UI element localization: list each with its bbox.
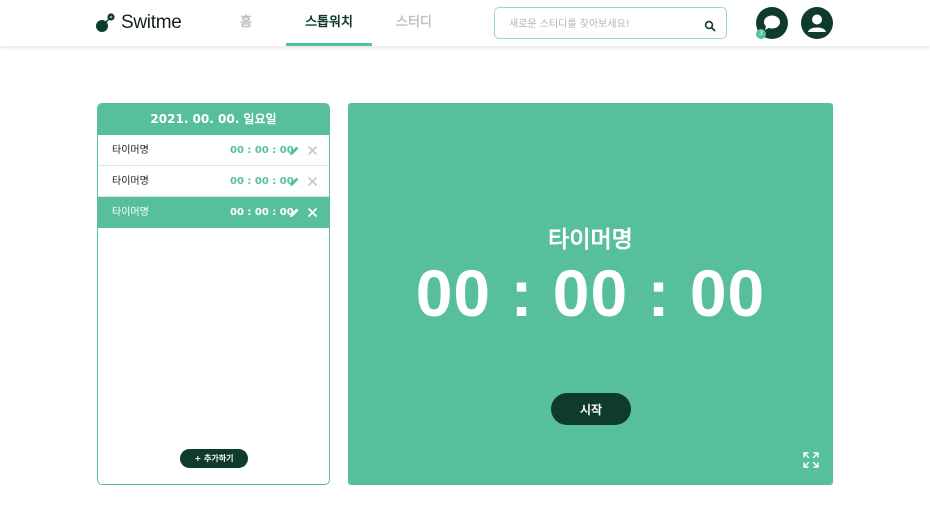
top-header: Switme 홈 스톱워치 스터디 3 (0, 0, 930, 46)
search-input[interactable] (509, 15, 699, 33)
timer-name: 타이머명 (112, 207, 149, 218)
active-tab-indicator (286, 43, 372, 46)
logo[interactable]: Switme (96, 12, 182, 34)
timer-name: 타이머명 (112, 176, 149, 187)
search-box (494, 7, 727, 39)
timer-list-panel: 2021. 00. 00. 일요일 타이머명 00 : 00 : 00 타이머명… (97, 103, 330, 485)
user-icon (808, 14, 826, 32)
tab-home[interactable]: 홈 (226, 0, 266, 46)
timer-list-item[interactable]: 타이머명 00 : 00 : 00 (98, 166, 329, 197)
profile-button[interactable] (801, 7, 833, 39)
timer-time: 00 : 00 : 00 (230, 207, 294, 218)
main-timer-panel: 타이머명 00 : 00 : 00 시작 (348, 103, 833, 485)
logo-text: Switme (121, 12, 182, 33)
close-icon[interactable] (307, 176, 318, 187)
logo-mark-icon (96, 12, 118, 34)
timer-title: 타이머명 (548, 227, 633, 253)
timer-display: 00 : 00 : 00 (415, 256, 766, 330)
pencil-icon[interactable] (289, 207, 300, 218)
chat-badge: 3 (756, 29, 766, 39)
start-button[interactable]: 시작 (551, 393, 631, 425)
timer-time: 00 : 00 : 00 (230, 145, 294, 156)
search-icon[interactable] (704, 17, 716, 32)
date-header: 2021. 00. 00. 일요일 (98, 104, 329, 135)
expand-icon[interactable] (803, 452, 819, 468)
timer-list-item[interactable]: 타이머명 00 : 00 : 00 (98, 135, 329, 166)
tab-stopwatch[interactable]: 스톱워치 (286, 0, 372, 46)
close-icon[interactable] (307, 207, 318, 218)
tab-study[interactable]: 스터디 (388, 0, 440, 46)
close-icon[interactable] (307, 145, 318, 156)
timer-list-item-active[interactable]: 타이머명 00 : 00 : 00 (98, 197, 329, 228)
add-timer-button[interactable]: + 추가하기 (180, 449, 248, 468)
timer-name: 타이머명 (112, 145, 149, 156)
timer-time: 00 : 00 : 00 (230, 176, 294, 187)
pencil-icon[interactable] (289, 145, 300, 156)
pencil-icon[interactable] (289, 176, 300, 187)
